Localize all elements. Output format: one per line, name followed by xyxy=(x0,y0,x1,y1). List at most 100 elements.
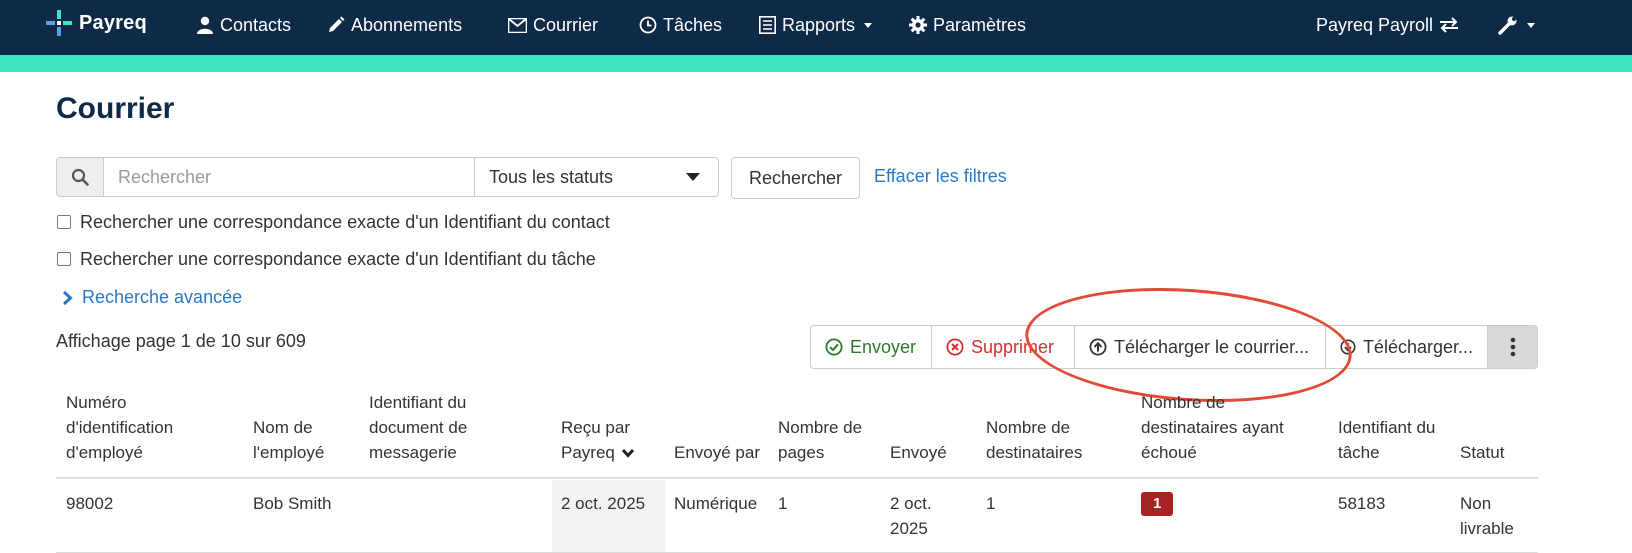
chevron-down-icon xyxy=(1527,22,1535,28)
header-line: échoué xyxy=(1141,443,1197,462)
nav-settings[interactable]: Paramètres xyxy=(909,11,1026,39)
cell-recipients: 1 xyxy=(986,494,996,513)
nav-subscriptions-label: Abonnements xyxy=(351,14,463,35)
exact-task-checkbox[interactable] xyxy=(57,252,71,266)
col-failed[interactable]: Nombre de destinataires ayant échoué xyxy=(1141,390,1284,465)
upload-circle-icon xyxy=(1089,338,1107,356)
search-button[interactable]: Rechercher xyxy=(731,157,860,199)
advanced-search-label: Recherche avancée xyxy=(82,287,243,307)
nav-tasks-label: Tâches xyxy=(663,14,723,35)
cell-line: Non xyxy=(1460,494,1492,513)
accent-bar xyxy=(0,55,1632,72)
header-line: Envoyé par xyxy=(674,443,760,462)
header-line: Payreq xyxy=(561,443,615,462)
header-line: Nombre de xyxy=(1141,393,1226,412)
sort-chevron-down-icon xyxy=(621,448,634,458)
header-line: Nom de xyxy=(253,418,313,437)
clock-icon xyxy=(639,16,657,34)
cell-sent-by: Numérique xyxy=(674,494,758,513)
col-pages[interactable]: Nombre de pages xyxy=(778,415,862,465)
col-sent[interactable]: Envoyé xyxy=(890,440,947,465)
nav-reports[interactable]: Rapports xyxy=(759,11,873,39)
col-employee-id[interactable]: Numéro d'identification d'employé xyxy=(66,390,173,465)
nav-subscriptions[interactable]: Abonnements xyxy=(327,11,462,39)
header-line: Identifiant du xyxy=(1338,418,1436,437)
nav-settings-label: Paramètres xyxy=(933,14,1027,35)
header-line: Identifiant du xyxy=(369,393,467,412)
header-line-sorted: Payreq xyxy=(561,440,635,465)
brand-link[interactable]: Payreq xyxy=(46,8,147,38)
cell-received: 2 oct. 2025 xyxy=(561,494,646,513)
chevron-right-icon xyxy=(62,290,73,305)
nav-tasks[interactable]: Tâches xyxy=(639,11,722,39)
pencil-icon xyxy=(329,16,345,32)
account-switcher[interactable]: Payreq Payroll xyxy=(1316,11,1459,39)
swap-icon xyxy=(1440,17,1459,33)
col-employee-name[interactable]: Nom de l'employé xyxy=(253,415,324,465)
person-icon xyxy=(197,16,213,34)
download-label: Télécharger... xyxy=(1362,336,1473,357)
exact-contact-label: Rechercher une correspondance exacte d'u… xyxy=(80,211,610,232)
col-task-id[interactable]: Identifiant du tâche xyxy=(1338,415,1435,465)
cell-task-id: 58183 xyxy=(1338,494,1386,513)
send-button[interactable]: Envoyer xyxy=(811,326,932,368)
nav-mail-label: Courrier xyxy=(533,14,599,35)
bulk-actions: Envoyer Supprimer Télécharger le courrie… xyxy=(810,325,1538,369)
cell-line: livrable xyxy=(1460,519,1514,538)
header-line: Envoyé xyxy=(890,443,947,462)
search-input[interactable] xyxy=(103,157,475,197)
exact-task-option: Rechercher une correspondance exacte d'u… xyxy=(57,248,596,270)
kebab-icon xyxy=(1510,337,1515,357)
failed-count-badge: 1 xyxy=(1141,492,1174,516)
upload-mail-button[interactable]: Télécharger le courrier... xyxy=(1075,326,1326,368)
header-line: d'employé xyxy=(66,443,143,462)
exact-task-label: Rechercher une correspondance exacte d'u… xyxy=(80,248,596,269)
cell-status: Non livrable xyxy=(1460,491,1514,541)
payreq-logo-icon xyxy=(46,10,72,36)
cell-line: 2 oct. xyxy=(890,494,932,513)
status-select[interactable]: Tous les statuts xyxy=(475,157,719,197)
send-label: Envoyer xyxy=(850,336,917,357)
exact-contact-option: Rechercher une correspondance exacte d'u… xyxy=(57,211,610,233)
col-received[interactable]: Reçu par Payreq xyxy=(561,415,635,465)
cell-pages: 1 xyxy=(778,494,788,513)
tools-menu[interactable] xyxy=(1498,11,1535,39)
exact-contact-checkbox[interactable] xyxy=(57,215,71,229)
cell-failed: 1 xyxy=(1141,490,1174,516)
status-select-value: Tous les statuts xyxy=(489,166,614,187)
header-line: Statut xyxy=(1460,443,1505,462)
col-recipients[interactable]: Nombre de destinataires xyxy=(986,415,1082,465)
x-circle-icon xyxy=(946,338,964,356)
download-circle-icon xyxy=(1340,339,1356,355)
search-icon xyxy=(71,168,89,186)
page-title: Courrier xyxy=(56,92,175,125)
delete-button[interactable]: Supprimer xyxy=(932,326,1075,368)
upload-mail-label: Télécharger le courrier... xyxy=(1114,336,1310,357)
cell-employee-id: 98002 xyxy=(66,494,114,513)
col-doc-id[interactable]: Identifiant du document de messagerie xyxy=(369,390,467,465)
nav-mail[interactable]: Courrier xyxy=(508,11,598,39)
nav-contacts[interactable]: Contacts xyxy=(196,11,291,39)
pagination-info: Affichage page 1 de 10 sur 609 xyxy=(56,331,306,351)
header-line: Nombre de xyxy=(986,418,1071,437)
header-line: tâche xyxy=(1338,443,1380,462)
account-name: Payreq Payroll xyxy=(1316,14,1434,35)
header-line: pages xyxy=(778,443,825,462)
header-line: destinataires xyxy=(986,443,1083,462)
wrench-icon xyxy=(1498,16,1517,35)
envelope-icon xyxy=(508,17,527,33)
col-status[interactable]: Statut xyxy=(1460,440,1504,465)
header-line: l'employé xyxy=(253,443,325,462)
header-line: destinataires ayant xyxy=(1141,418,1284,437)
more-actions-button[interactable] xyxy=(1488,326,1537,368)
clear-filters-link[interactable]: Effacer les filtres xyxy=(874,166,1007,187)
download-button[interactable]: Télécharger... xyxy=(1326,326,1488,368)
top-navbar: Payreq Contacts Abonnements Courrier Tâc… xyxy=(0,0,1632,55)
check-circle-icon xyxy=(825,338,843,356)
chevron-down-icon xyxy=(864,22,873,28)
chevron-down-icon xyxy=(686,173,700,181)
header-line: Numéro xyxy=(66,393,127,412)
advanced-search-toggle[interactable]: Recherche avancée xyxy=(62,287,242,308)
col-sent-by[interactable]: Envoyé par xyxy=(674,440,760,465)
nav-contacts-label: Contacts xyxy=(220,14,292,35)
